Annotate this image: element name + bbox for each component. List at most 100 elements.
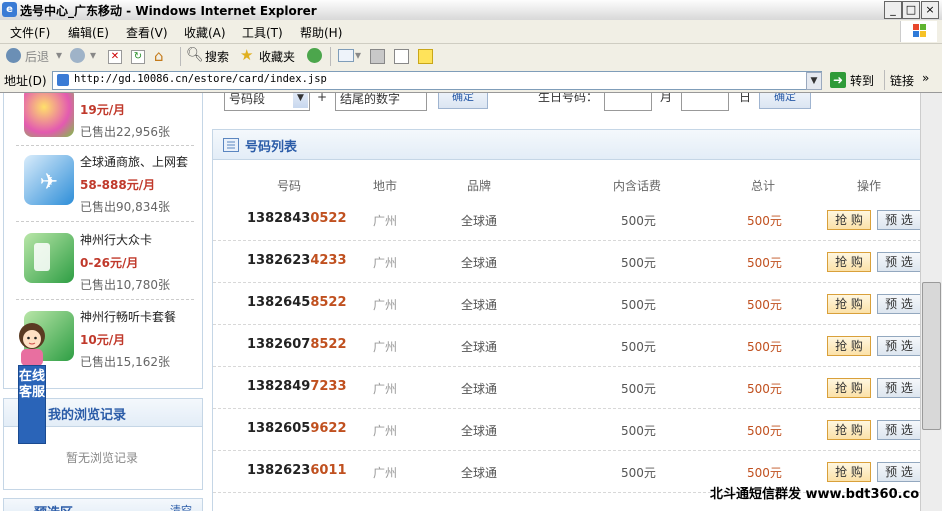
address-dropdown-icon[interactable]: ▼ — [806, 72, 822, 90]
links-button[interactable]: 链接 — [890, 72, 914, 89]
favorites-star-icon[interactable]: ★ — [240, 46, 253, 64]
maximize-button[interactable]: □ — [902, 1, 920, 19]
brand-cell: 全球通 — [461, 298, 498, 312]
preselect-button[interactable]: 预 选 — [877, 420, 920, 440]
product-image[interactable] — [24, 93, 74, 137]
birthday-confirm-button[interactable]: 确定 — [759, 93, 811, 109]
back-arrow-icon[interactable] — [6, 48, 21, 63]
preselect-button[interactable]: 预 选 — [877, 336, 920, 356]
forward-dropdown-icon[interactable]: ▾ — [90, 48, 96, 62]
page-icon — [57, 74, 69, 86]
watermark-text: 北斗通短信群发 www.bdt360.com — [710, 487, 920, 502]
phone-number[interactable]: 13828497233 — [247, 379, 347, 394]
menu-file[interactable]: 文件(F) — [10, 24, 50, 41]
scrollbar-thumb[interactable] — [922, 282, 941, 430]
select-chevron-icon[interactable]: ▼ — [293, 93, 308, 108]
search-confirm-button[interactable]: 确定 — [438, 93, 488, 109]
menu-edit[interactable]: 编辑(E) — [68, 24, 109, 41]
phone-number[interactable]: 13826059622 — [247, 421, 347, 436]
preselect-button[interactable]: 预 选 — [877, 294, 920, 314]
edit-page-icon[interactable] — [394, 49, 409, 64]
total-cell: 500元 — [747, 298, 782, 312]
window-title: 选号中心_广东移动 - Windows Internet Explorer — [20, 4, 317, 18]
preselect-button[interactable]: 预 选 — [877, 378, 920, 398]
grab-button[interactable]: 抢 购 — [827, 336, 871, 356]
grab-button[interactable]: 抢 购 — [827, 210, 871, 230]
windows-logo-icon — [900, 21, 937, 42]
forward-arrow-icon[interactable] — [70, 48, 85, 63]
mail-icon[interactable] — [338, 49, 354, 62]
online-service-button[interactable]: 在线客服 — [18, 365, 46, 444]
number-list-panel: 号码列表 号码 地市 品牌 内含话费 总计 操作 13828430522 广州 全球… — [212, 129, 920, 511]
close-button[interactable]: × — [921, 1, 939, 19]
product-image[interactable]: ✈ — [24, 155, 74, 205]
back-button[interactable]: 后退 — [25, 48, 49, 65]
brand-cell: 全球通 — [461, 214, 498, 228]
stop-icon[interactable]: ✕ — [108, 50, 122, 64]
brand-cell: 全球通 — [461, 340, 498, 354]
page-content: 19元/月 已售出22,956张 ✈ 全球通商旅、上网套 58-888元/月 已… — [0, 93, 920, 511]
grab-button[interactable]: 抢 购 — [827, 294, 871, 314]
phone-number[interactable]: 13826236011 — [247, 463, 347, 478]
search-button[interactable]: 搜索 — [205, 48, 229, 65]
product-sold: 已售出22,956张 — [80, 125, 170, 139]
brand-cell: 全球通 — [461, 256, 498, 270]
history-icon[interactable] — [307, 48, 322, 63]
product-sold: 已售出15,162张 — [80, 355, 170, 369]
phone-number[interactable]: 13826458522 — [247, 295, 347, 310]
go-button[interactable]: 转到 — [850, 72, 874, 89]
grab-button[interactable]: 抢 购 — [827, 462, 871, 482]
product-name[interactable]: 神州行畅听卡套餐 — [80, 308, 176, 325]
address-url[interactable]: http://gd.10086.cn/estore/card/index.jsp — [74, 73, 327, 85]
birthday-month-input[interactable] — [604, 93, 652, 111]
number-segment-select[interactable]: 号码段 ▼ — [224, 93, 310, 111]
product-name[interactable]: 神州行大众卡 — [80, 231, 152, 248]
product-price: 0-26元/月 — [80, 256, 139, 270]
product-name[interactable]: 全球通商旅、上网套 — [80, 153, 188, 170]
minimize-button[interactable]: _ — [884, 1, 902, 19]
messenger-icon[interactable] — [418, 49, 433, 64]
grab-button[interactable]: 抢 购 — [827, 378, 871, 398]
home-icon[interactable]: ⌂ — [154, 47, 164, 65]
product-price: 58-888元/月 — [80, 178, 156, 192]
preselect-button[interactable]: 预 选 — [877, 210, 920, 230]
tail-digits-input[interactable]: 结尾的数字 — [335, 93, 427, 111]
number-tail: 7233 — [310, 379, 347, 394]
city-cell: 广州 — [373, 298, 398, 312]
total-cell: 500元 — [747, 424, 782, 438]
menu-favorites[interactable]: 收藏(A) — [184, 24, 226, 41]
links-chevron-icon[interactable]: » — [922, 71, 929, 85]
favorites-button[interactable]: 收藏夹 — [259, 48, 295, 65]
preselect-button[interactable]: 预 选 — [877, 462, 920, 482]
print-icon[interactable] — [370, 49, 385, 64]
city-cell: 广州 — [373, 466, 398, 480]
preselect-button[interactable]: 预 选 — [877, 252, 920, 272]
mail-dropdown-icon[interactable]: ▾ — [355, 48, 361, 62]
menu-view[interactable]: 查看(V) — [126, 24, 168, 41]
fee-cell: 500元 — [621, 424, 656, 438]
brand-cell: 全球通 — [461, 382, 498, 396]
menu-help[interactable]: 帮助(H) — [300, 24, 342, 41]
back-dropdown-icon[interactable]: ▾ — [56, 48, 62, 62]
product-sold: 已售出90,834张 — [80, 200, 170, 214]
city-cell: 广州 — [373, 382, 398, 396]
presel-clear-link[interactable]: 清空 — [170, 502, 192, 511]
refresh-icon[interactable]: ↻ — [131, 50, 145, 64]
grab-button[interactable]: 抢 购 — [827, 420, 871, 440]
total-cell: 500元 — [747, 466, 782, 480]
birthday-day-input[interactable] — [681, 93, 729, 111]
col-header-total: 总计 — [751, 179, 776, 193]
grab-button[interactable]: 抢 购 — [827, 252, 871, 272]
table-row: 13828497233 广州 全球通 500元 500元 抢 购预 选 — [213, 366, 920, 409]
go-arrow-icon[interactable]: ➜ — [830, 72, 846, 88]
col-header-fee: 内含话费 — [613, 179, 662, 193]
menu-tools[interactable]: 工具(T) — [242, 24, 283, 41]
phone-number[interactable]: 13826234233 — [247, 253, 347, 268]
product-image[interactable] — [24, 233, 74, 283]
number-tail: 9622 — [310, 421, 347, 436]
product-divider — [16, 145, 194, 146]
phone-number[interactable]: 13826078522 — [247, 337, 347, 352]
select-value: 号码段 — [229, 93, 266, 106]
search-icon[interactable]: 🔍︎ — [186, 47, 204, 63]
phone-number[interactable]: 13828430522 — [247, 211, 347, 226]
